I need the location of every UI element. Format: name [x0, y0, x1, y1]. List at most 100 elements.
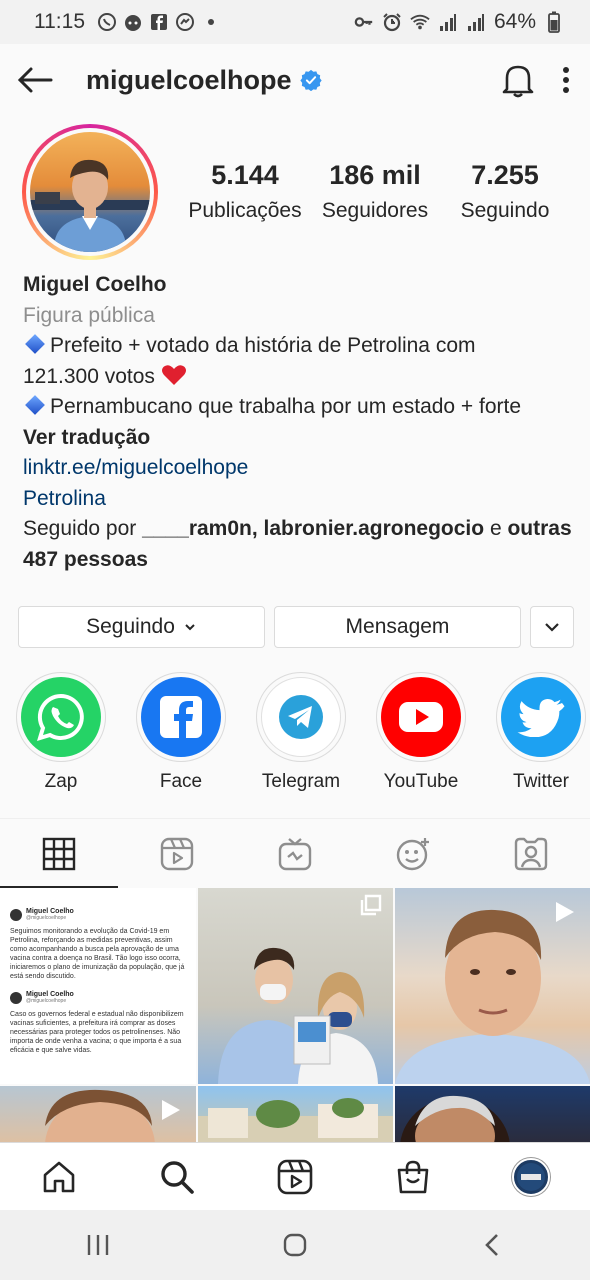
followed-by-user-1: ____ram0n,: [142, 517, 258, 540]
stat-posts[interactable]: 5.144 Publicações: [180, 160, 310, 223]
tab-tagged[interactable]: [472, 819, 590, 888]
more-vertical-icon: [563, 67, 569, 93]
notifications-button[interactable]: [498, 60, 538, 100]
profile-content-tabs: [0, 818, 590, 888]
followed-by-and: e: [489, 517, 502, 540]
following-button[interactable]: Seguindo: [18, 606, 265, 648]
tagged-person-icon: [514, 837, 548, 870]
profile-full-name: Miguel Coelho: [23, 273, 167, 296]
options-menu-button[interactable]: [556, 60, 576, 100]
tab-reels[interactable]: [118, 819, 236, 888]
system-icons: 64%: [354, 10, 564, 34]
chevron-down-icon: [185, 624, 195, 631]
tab-igtv[interactable]: [236, 819, 354, 888]
key-icon: [354, 12, 374, 32]
profile-action-buttons: Seguindo Mensagem: [18, 606, 574, 648]
back-button[interactable]: [14, 59, 56, 101]
post-handle: @miguelcoelhope: [26, 915, 67, 921]
post-text-2: Caso os governos federal e estadual não …: [10, 1011, 184, 1054]
highlight-twitter[interactable]: Twitter: [496, 672, 586, 793]
shopping-bag-icon: [397, 1160, 429, 1193]
verified-badge-icon: [299, 69, 322, 91]
facebook-notification-icon: [149, 12, 169, 32]
system-back-button[interactable]: [393, 1210, 590, 1280]
avatar: [512, 1157, 550, 1196]
clock: 11:15: [34, 10, 85, 33]
highlight-zap[interactable]: Zap: [16, 672, 106, 793]
highlight-telegram[interactable]: Telegram: [256, 672, 346, 793]
red-heart-icon: [161, 364, 186, 385]
profile-avatar: [30, 132, 150, 252]
profile-category: Figura pública: [23, 303, 155, 327]
bio-website-link[interactable]: linktr.ee/miguelcoelhope: [23, 456, 248, 479]
profile-header: miguelcoelhope: [0, 44, 590, 116]
battery-icon: [544, 11, 564, 33]
play-icon: [556, 902, 574, 922]
nav-home[interactable]: [0, 1143, 118, 1210]
wifi-icon: [410, 12, 430, 32]
recent-apps-icon: [88, 1235, 109, 1255]
bio-line-1b-text: 121.300 votos: [23, 364, 155, 388]
nav-shop[interactable]: [354, 1143, 472, 1210]
highlight-face[interactable]: Face: [136, 672, 226, 793]
post-thumbnail[interactable]: Miguel Coelho @miguelcoelhope Seguimos m…: [0, 888, 196, 1084]
tab-guides[interactable]: [354, 819, 472, 888]
profile-avatar-ring[interactable]: [22, 124, 158, 260]
followed-by[interactable]: Seguido por ____ram0n, labronier.agroneg…: [23, 514, 573, 575]
highlight-label: Telegram: [261, 771, 341, 792]
highlight-youtube[interactable]: YouTube: [376, 672, 466, 793]
bio-line-2: Pernambucano que trabalha por um estado …: [23, 392, 573, 423]
telegram-icon: [261, 677, 341, 757]
stat-followers[interactable]: 186 mil Seguidores: [310, 160, 440, 223]
bottom-navigation: [0, 1142, 590, 1210]
following-button-label: Seguindo: [86, 615, 175, 638]
post-thumbnail[interactable]: [198, 1086, 393, 1142]
profile-username: miguelcoelhope: [86, 64, 292, 95]
messenger-notification-icon: [175, 12, 195, 32]
message-button-label: Mensagem: [345, 615, 450, 638]
followed-by-count: 487 pessoas: [23, 547, 148, 571]
posts-grid: Miguel Coelho @miguelcoelhope Seguimos m…: [0, 888, 590, 1142]
recent-apps-button[interactable]: [0, 1210, 197, 1280]
bio-line-1-text: Prefeito + votado da história de Petroli…: [50, 334, 476, 357]
message-button[interactable]: Mensagem: [274, 606, 521, 648]
youtube-icon: [381, 677, 461, 757]
see-translation-link[interactable]: Ver tradução: [23, 426, 150, 449]
nav-reels[interactable]: [236, 1143, 354, 1210]
post-handle: @miguelcoelhope: [26, 998, 67, 1004]
tab-posts-grid[interactable]: [0, 819, 118, 888]
following-label: Seguindo: [460, 199, 550, 222]
followed-by-prefix: Seguido por: [23, 517, 137, 540]
post-thumbnail[interactable]: [198, 888, 393, 1084]
followers-label: Seguidores: [321, 199, 429, 222]
facebook-icon: [141, 677, 221, 757]
post-thumbnail[interactable]: [395, 888, 590, 1084]
posts-label: Publicações: [188, 199, 302, 222]
post-thumbnail[interactable]: [395, 1086, 590, 1142]
bell-icon: [502, 65, 534, 98]
reddit-notification-icon: [123, 12, 143, 32]
battery-level: 64%: [493, 10, 536, 33]
alarm-icon: [382, 12, 402, 32]
whatsapp-icon: [21, 677, 101, 757]
following-count: 7.255: [471, 160, 539, 190]
grid-icon: [42, 837, 76, 870]
search-icon: [161, 1160, 194, 1194]
followers-count: 186 mil: [329, 160, 421, 190]
notification-icons: [97, 12, 221, 32]
bio-location-link[interactable]: Petrolina: [23, 487, 106, 510]
blue-diamond-icon: [25, 395, 45, 415]
home-button[interactable]: [197, 1210, 394, 1280]
play-icon: [162, 1100, 180, 1120]
arrow-left-icon: [17, 67, 53, 93]
nav-search[interactable]: [118, 1143, 236, 1210]
story-highlights: Zap Face Telegram YouTube Twitter: [16, 672, 590, 793]
stat-following[interactable]: 7.255 Seguindo: [440, 160, 570, 223]
suggested-accounts-button[interactable]: [530, 606, 574, 648]
post-thumbnail[interactable]: [0, 1086, 196, 1142]
highlight-label: YouTube: [383, 771, 459, 792]
highlight-label: Twitter: [513, 771, 569, 792]
nav-profile[interactable]: [472, 1143, 590, 1210]
status-bar: 11:15 64%: [0, 0, 590, 44]
chevron-left-icon: [484, 1234, 498, 1256]
